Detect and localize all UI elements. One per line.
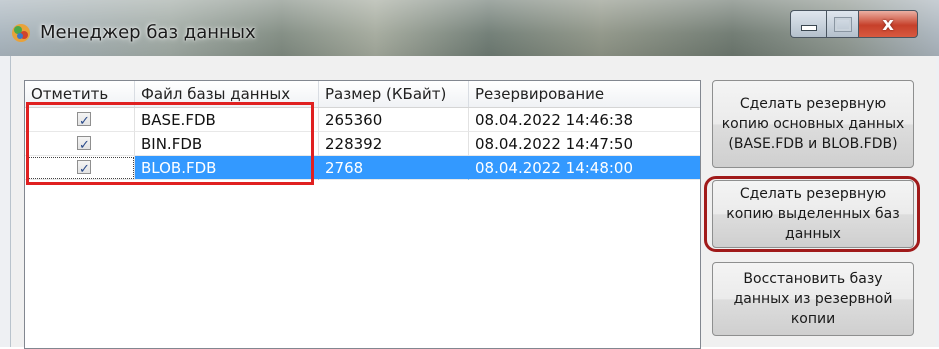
- minimize-button[interactable]: [790, 10, 827, 38]
- table-header: Отметить Файл базы данных Размер (КБайт)…: [25, 81, 700, 108]
- maximize-icon: [835, 17, 851, 31]
- mark-cell[interactable]: [25, 156, 135, 182]
- checkbox[interactable]: [77, 134, 91, 158]
- window-title: Менеджер баз данных: [40, 22, 256, 43]
- file-cell[interactable]: BLOB.FDB: [135, 156, 319, 180]
- title-bar[interactable]: Менеджер баз данных x: [0, 0, 939, 56]
- table-row-selected[interactable]: BLOB.FDB 2768 08.04.2022 14:48:00: [25, 156, 700, 182]
- maximize-button[interactable]: [826, 10, 859, 38]
- size-cell: 228392: [319, 132, 469, 156]
- app-database-icon: [12, 24, 30, 42]
- database-files-table[interactable]: Отметить Файл базы данных Размер (КБайт)…: [24, 80, 701, 349]
- table-row[interactable]: BIN.FDB 228392 08.04.2022 14:47:50: [25, 132, 700, 158]
- mark-cell[interactable]: [25, 108, 135, 134]
- table-row[interactable]: BASE.FDB 265360 08.04.2022 14:46:38: [25, 108, 700, 134]
- backup-selected-button[interactable]: Сделать резервную копию выделенных баз д…: [712, 180, 914, 248]
- backup-main-button[interactable]: Сделать резервную копию основных данных …: [712, 80, 914, 168]
- close-icon: x: [882, 13, 894, 35]
- column-header-mark[interactable]: Отметить: [25, 81, 135, 107]
- size-cell: 2768: [319, 156, 469, 180]
- backup-cell: 08.04.2022 14:46:38: [469, 108, 700, 132]
- close-button[interactable]: x: [858, 10, 918, 38]
- minimize-icon: [801, 25, 817, 31]
- size-cell: 265360: [319, 108, 469, 132]
- column-header-backup[interactable]: Резервирование: [469, 81, 700, 107]
- column-header-file[interactable]: Файл базы данных: [135, 81, 319, 107]
- backup-cell: 08.04.2022 14:48:00: [469, 156, 700, 180]
- restore-button[interactable]: Восстановить базу данных из резервной ко…: [712, 262, 914, 336]
- checkbox[interactable]: [77, 158, 91, 182]
- file-cell[interactable]: BIN.FDB: [135, 132, 319, 156]
- database-manager-window: Менеджер баз данных x Отметить Файл базы…: [0, 0, 939, 349]
- column-header-size[interactable]: Размер (КБайт): [319, 81, 469, 107]
- mark-cell[interactable]: [25, 132, 135, 158]
- checkbox[interactable]: [77, 110, 91, 134]
- backup-cell: 08.04.2022 14:47:50: [469, 132, 700, 156]
- file-cell[interactable]: BASE.FDB: [135, 108, 319, 132]
